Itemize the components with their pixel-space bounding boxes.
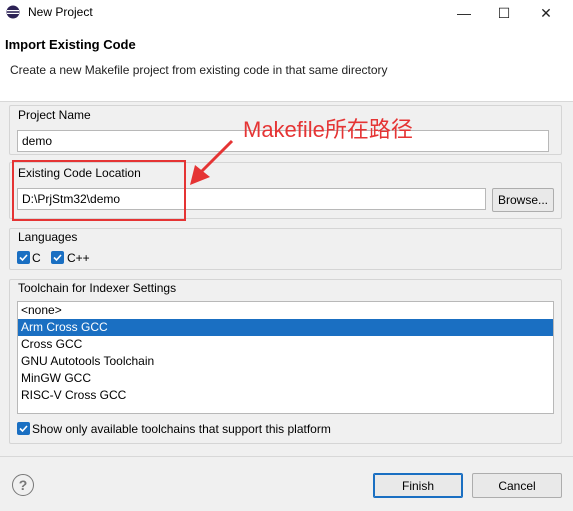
list-item[interactable]: MinGW GCC xyxy=(18,370,553,387)
project-name-label: Project Name xyxy=(17,108,92,122)
list-item[interactable]: RISC-V Cross GCC xyxy=(18,387,553,404)
footer-divider xyxy=(0,456,573,457)
wizard-header: Import Existing Code Create a new Makefi… xyxy=(0,26,573,102)
cpp-checkbox-label: C++ xyxy=(67,251,90,265)
list-item[interactable]: Cross GCC xyxy=(18,336,553,353)
annotation-arrow-icon xyxy=(190,139,234,185)
help-icon[interactable]: ? xyxy=(12,474,34,496)
cpp-checkbox[interactable] xyxy=(51,251,64,264)
annotation-text: Makefile所在路径 xyxy=(243,117,413,142)
languages-label: Languages xyxy=(17,230,79,244)
page-description: Create a new Makefile project from exist… xyxy=(10,63,388,77)
toolchain-label: Toolchain for Indexer Settings xyxy=(17,281,178,295)
minimize-button[interactable]: — xyxy=(444,0,484,26)
maximize-button[interactable]: ☐ xyxy=(484,0,524,26)
show-only-checkbox[interactable] xyxy=(17,422,30,435)
finish-button[interactable]: Finish xyxy=(373,473,463,498)
c-checkbox[interactable] xyxy=(17,251,30,264)
eclipse-icon xyxy=(6,5,20,19)
title-bar: New Project — ☐ ✕ xyxy=(0,0,573,26)
cancel-button[interactable]: Cancel xyxy=(472,473,562,498)
checkmark-icon xyxy=(19,425,28,433)
toolchain-list[interactable]: <none> Arm Cross GCC Cross GCC GNU Autot… xyxy=(17,301,554,414)
list-item[interactable]: <none> xyxy=(18,302,553,319)
annotation-highlight-box xyxy=(12,160,186,221)
checkmark-icon xyxy=(19,254,28,262)
page-title: Import Existing Code xyxy=(5,37,136,52)
close-button[interactable]: ✕ xyxy=(526,0,566,26)
browse-button[interactable]: Browse... xyxy=(492,188,554,212)
list-item[interactable]: GNU Autotools Toolchain xyxy=(18,353,553,370)
languages-group: Languages xyxy=(9,228,562,270)
c-checkbox-label: C xyxy=(32,251,41,265)
list-item-selected[interactable]: Arm Cross GCC xyxy=(18,319,553,336)
checkmark-icon xyxy=(53,254,62,262)
window-title: New Project xyxy=(28,5,93,19)
show-only-label: Show only available toolchains that supp… xyxy=(32,422,331,436)
